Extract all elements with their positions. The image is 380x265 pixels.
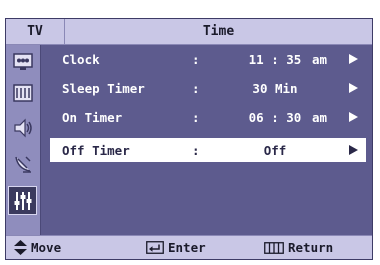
on-timer-colon: :	[192, 109, 200, 125]
off-timer-label: Off Timer	[62, 142, 130, 158]
enter-key-icon	[146, 241, 164, 254]
off-timer-arrow-icon	[349, 145, 358, 155]
on-timer-label: On Timer	[62, 109, 123, 125]
clock-ampm: am	[312, 51, 328, 67]
sound-icon[interactable]	[8, 78, 37, 107]
on-timer-value: 06 : 30	[248, 109, 302, 125]
off-timer-row[interactable]: Off Timer : Off	[50, 138, 366, 162]
source-label-text: TV	[27, 24, 43, 39]
menu-title-text: Time	[202, 24, 235, 39]
off-timer-colon: :	[192, 142, 200, 158]
menu-category-sidebar	[6, 45, 41, 235]
sleep-timer-arrow-icon	[349, 83, 358, 93]
source-label: TV	[6, 19, 65, 45]
setup-icon[interactable]	[8, 186, 37, 215]
sleep-timer-value: 30 Min	[252, 80, 298, 96]
on-timer-arrow-icon	[349, 112, 358, 122]
sleep-timer-row[interactable]: Sleep Timer : 30 Min	[50, 76, 366, 100]
picture-icon[interactable]	[8, 47, 37, 76]
speaker-icon[interactable]	[8, 113, 37, 142]
move-hint-label: Move	[31, 240, 62, 255]
move-hint: Move	[14, 236, 61, 259]
key-guide-footer: Move Enter Return	[6, 235, 372, 259]
sleep-timer-label: Sleep Timer	[62, 80, 145, 96]
return-hint-label: Return	[288, 240, 334, 255]
osd-menu-panel: TV Time Clock: 11: 35 am Sleep Timer:…	[5, 18, 373, 260]
return-hint: Return	[264, 236, 333, 259]
off-timer-value: Off	[263, 142, 287, 158]
up-down-arrows-icon	[14, 240, 27, 255]
clock-colon: :	[192, 51, 200, 67]
enter-hint-label: Enter	[168, 240, 206, 255]
menu-title: Time	[65, 19, 372, 45]
clock-value: 11 : 35	[248, 51, 302, 67]
on-timer-ampm: am	[312, 109, 328, 125]
clock-row[interactable]: Clock : 11 : 35 am	[50, 47, 366, 71]
menu-key-icon	[264, 241, 284, 254]
on-timer-row[interactable]: On Timer : 06 : 30 am	[50, 105, 366, 129]
sleep-timer-colon: :	[192, 80, 200, 96]
channel-icon[interactable]	[8, 149, 37, 178]
clock-label: Clock	[62, 51, 100, 67]
enter-hint: Enter	[146, 236, 206, 259]
clock-arrow-icon	[349, 54, 358, 64]
